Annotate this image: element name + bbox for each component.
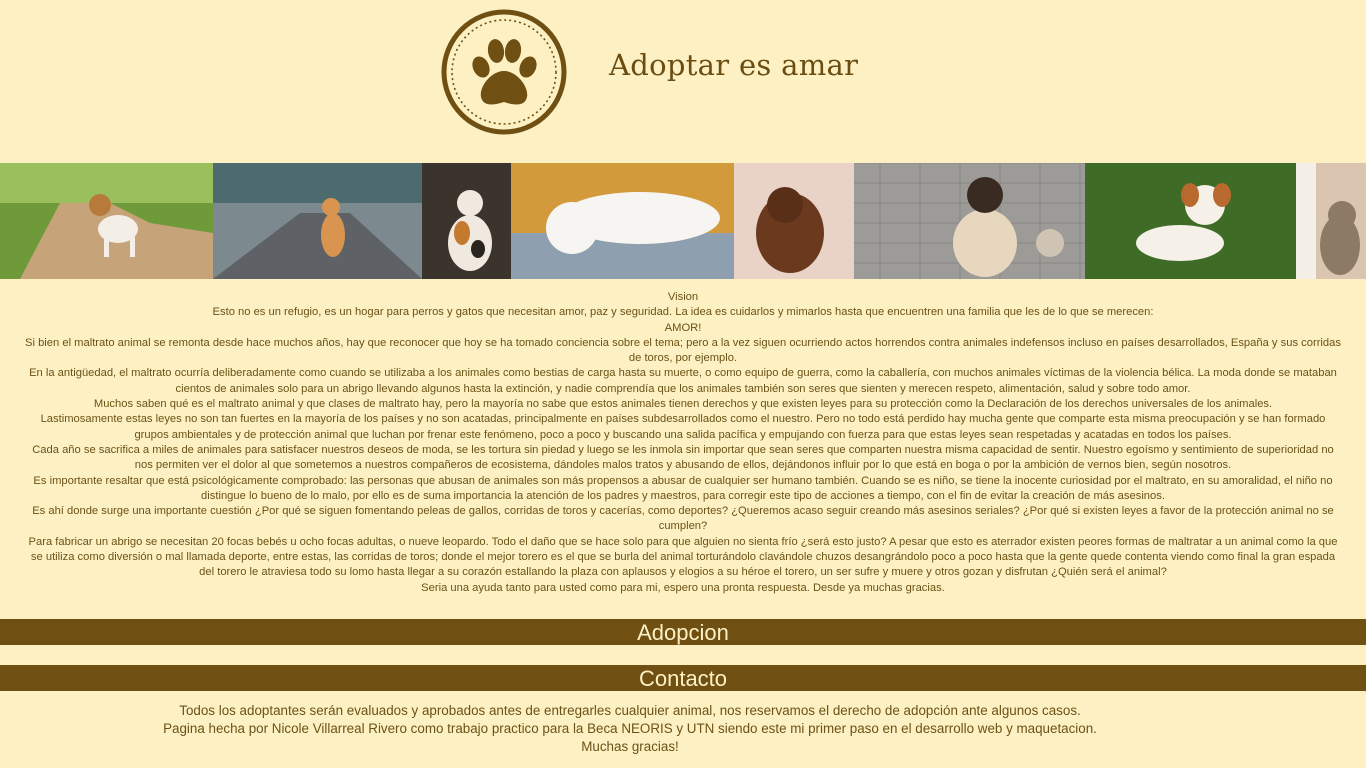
paragraph: Es ahí donde surge una importante cuesti…: [32, 505, 1334, 533]
paragraph: Cada año se sacrifica a miles de animale…: [32, 443, 1334, 472]
paragraph: Muchos saben qué es el maltrato animal y…: [93, 398, 1273, 411]
vision-heading: Vision: [667, 291, 699, 303]
footer-line: Muchas gracias!: [581, 739, 679, 754]
puppy-on-grass-photo: [1085, 163, 1296, 279]
dachshund-puppy-photo: [734, 163, 854, 279]
site-title: Adoptar es amar: [609, 48, 859, 82]
paragraph: Para fabricar un abrigo se necesitan 20 …: [28, 535, 1338, 579]
contacto-section-bar[interactable]: Contacto: [0, 665, 1366, 691]
paragraph: Si bien el maltrato animal se remonta de…: [25, 336, 1341, 365]
paragraph: Esto no es un refugio, es un hogar para …: [212, 306, 1154, 319]
paragraph: En la antigüedad, el maltrato ocurría de…: [29, 367, 1337, 395]
calico-cat-sitting-photo: [422, 163, 511, 279]
dog-on-path-photo: [0, 163, 213, 279]
orange-cat-walking-photo: [213, 163, 422, 279]
footer-line: Todos los adoptantes serán evaluados y a…: [179, 703, 1081, 718]
paragraph: AMOR!: [664, 321, 702, 334]
animal-photo-banner: [0, 163, 1366, 279]
paw-print-icon[interactable]: [441, 9, 567, 135]
siamese-cat-photo: [854, 163, 1085, 279]
paragraph: Lastimosamente estas leyes no son tan fu…: [40, 413, 1326, 441]
header: Adoptar es amar: [0, 0, 1366, 163]
white-cat-on-blanket-photo: [511, 163, 734, 279]
tabby-cat-yawning-photo: [1296, 163, 1366, 279]
paragraph: Seria una ayuda tanto para usted como pa…: [421, 581, 945, 594]
paragraph: Es importante resaltar que está psicológ…: [33, 474, 1333, 502]
footer-line: Pagina hecha por Nicole Villarreal River…: [163, 721, 1097, 736]
adopcion-section-bar[interactable]: Adopcion: [0, 619, 1366, 645]
footer: Todos los adoptantes serán evaluados y a…: [0, 702, 1260, 756]
vision-content: Vision Esto no es un refugio, es un hoga…: [24, 290, 1342, 596]
